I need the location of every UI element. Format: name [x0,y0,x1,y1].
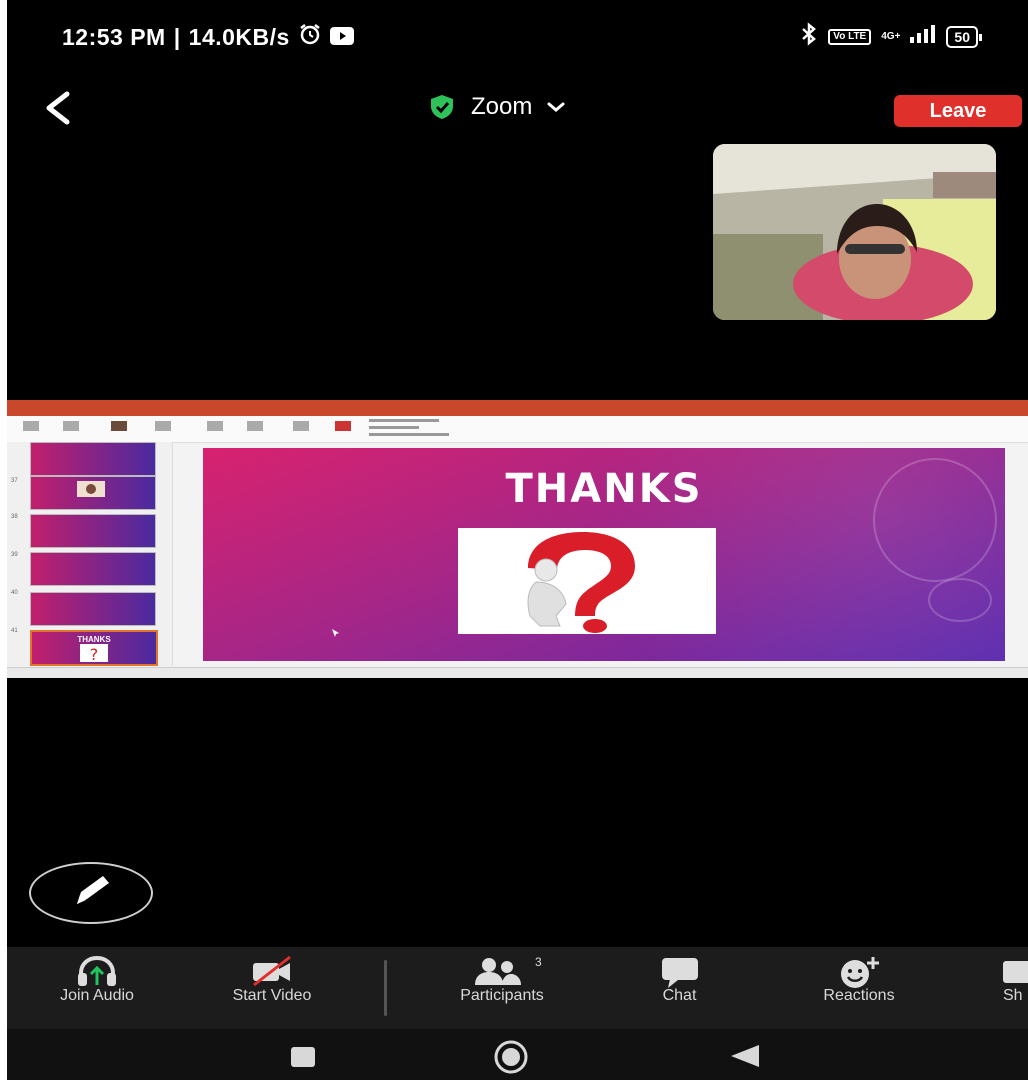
slide-number: 41 [11,628,18,634]
powerpoint-status-bar [7,667,1028,678]
back-triangle-icon[interactable] [727,1043,761,1069]
participants-label: Participants [460,987,544,1004]
meeting-toolbar: Join Audio Start Video 3 Participants Ch… [7,947,1028,1029]
chat-label: Chat [662,987,697,1004]
battery-indicator: 50 [946,26,982,48]
current-slide: THANKS [203,448,1005,661]
join-audio-button[interactable]: Join Audio [27,947,167,1029]
participants-icon [475,958,521,985]
android-navigation-bar [7,1029,1028,1080]
pencil-icon [77,876,109,904]
slide-thumbnail[interactable] [30,476,156,510]
chat-icon [662,958,698,988]
join-audio-label: Join Audio [60,987,134,1004]
svg-text:?: ? [90,645,99,664]
self-video-thumbnail[interactable] [713,144,996,320]
start-video-label: Start Video [232,987,312,1004]
status-left: 12:53 PM | 14.0KB/s [62,22,354,52]
clock: 12:53 PM [62,23,166,50]
phone-screen: 12:53 PM | 14.0KB/s Vo LTE 4G+ 50 Zoom L… [7,0,1028,1080]
question-mark-image [458,528,716,634]
video-off-icon [253,955,291,987]
decorative-ring [928,578,992,622]
reactions-label: Reactions [823,987,895,1004]
slide-thumbnail[interactable] [30,514,156,548]
participants-count: 3 [535,955,542,969]
mouse-pointer-icon [332,629,339,637]
slide-number: 39 [11,552,18,558]
slide-thumbnail-active[interactable]: THANKS ? [30,630,158,666]
share-label: Sh [1003,987,1023,1004]
leave-button[interactable]: Leave [894,95,1022,127]
slide-thumbnail[interactable] [30,442,156,476]
slide-number: 37 [11,478,18,484]
status-bar: 12:53 PM | 14.0KB/s Vo LTE 4G+ 50 [7,0,1028,70]
signal-icon [910,25,936,49]
reactions-button[interactable]: Reactions [789,947,929,1029]
back-button[interactable] [37,88,77,128]
share-button[interactable]: Sh [989,947,1028,1029]
chevron-down-icon [547,102,565,112]
home-icon[interactable] [491,1037,531,1077]
slide-thumbnail[interactable] [30,552,156,586]
slide-title: THANKS [505,466,703,512]
shield-check-icon [431,95,453,119]
question-mark-figure-icon [458,528,716,634]
status-separator: | [173,23,181,50]
participants-button[interactable]: 3 Participants [427,947,577,1029]
slide-photo [77,481,105,497]
participant-video [713,144,996,320]
share-screen-icon [1003,961,1028,983]
youtube-icon [329,24,354,51]
slide-thumbnail[interactable] [30,592,156,626]
powerpoint-ribbon [7,416,1028,443]
headphones-icon [78,955,116,986]
network-speed: 14.0KB/s [188,23,290,50]
smile-plus-icon [841,957,879,988]
recents-icon[interactable] [290,1046,316,1068]
slide-thumbnail-pane: 37 38 39 40 41 THANKS ? [7,442,173,666]
ribbon-tool-icons [23,419,449,436]
shared-screen[interactable]: 37 38 39 40 41 THANKS ? THANKS [7,400,1028,678]
annotate-button[interactable] [29,862,153,924]
bluetooth-icon [800,22,818,52]
start-video-button[interactable]: Start Video [202,947,342,1029]
chat-button[interactable]: Chat [622,947,737,1029]
powerpoint-ribbon-tabs [7,408,1028,416]
meeting-name: Zoom [471,93,533,120]
meeting-title-dropdown[interactable]: Zoom [427,92,566,122]
network-type: 4G+ [881,31,901,42]
slide-number: 40 [11,590,18,596]
alarm-icon [298,22,322,52]
slide-number: 38 [11,514,18,520]
volte-badge: Vo LTE [828,29,872,45]
status-right: Vo LTE 4G+ 50 [800,22,982,52]
toolbar-divider [384,960,387,1016]
meeting-header: Zoom Leave [7,80,1028,140]
chevron-left-icon [46,91,70,125]
